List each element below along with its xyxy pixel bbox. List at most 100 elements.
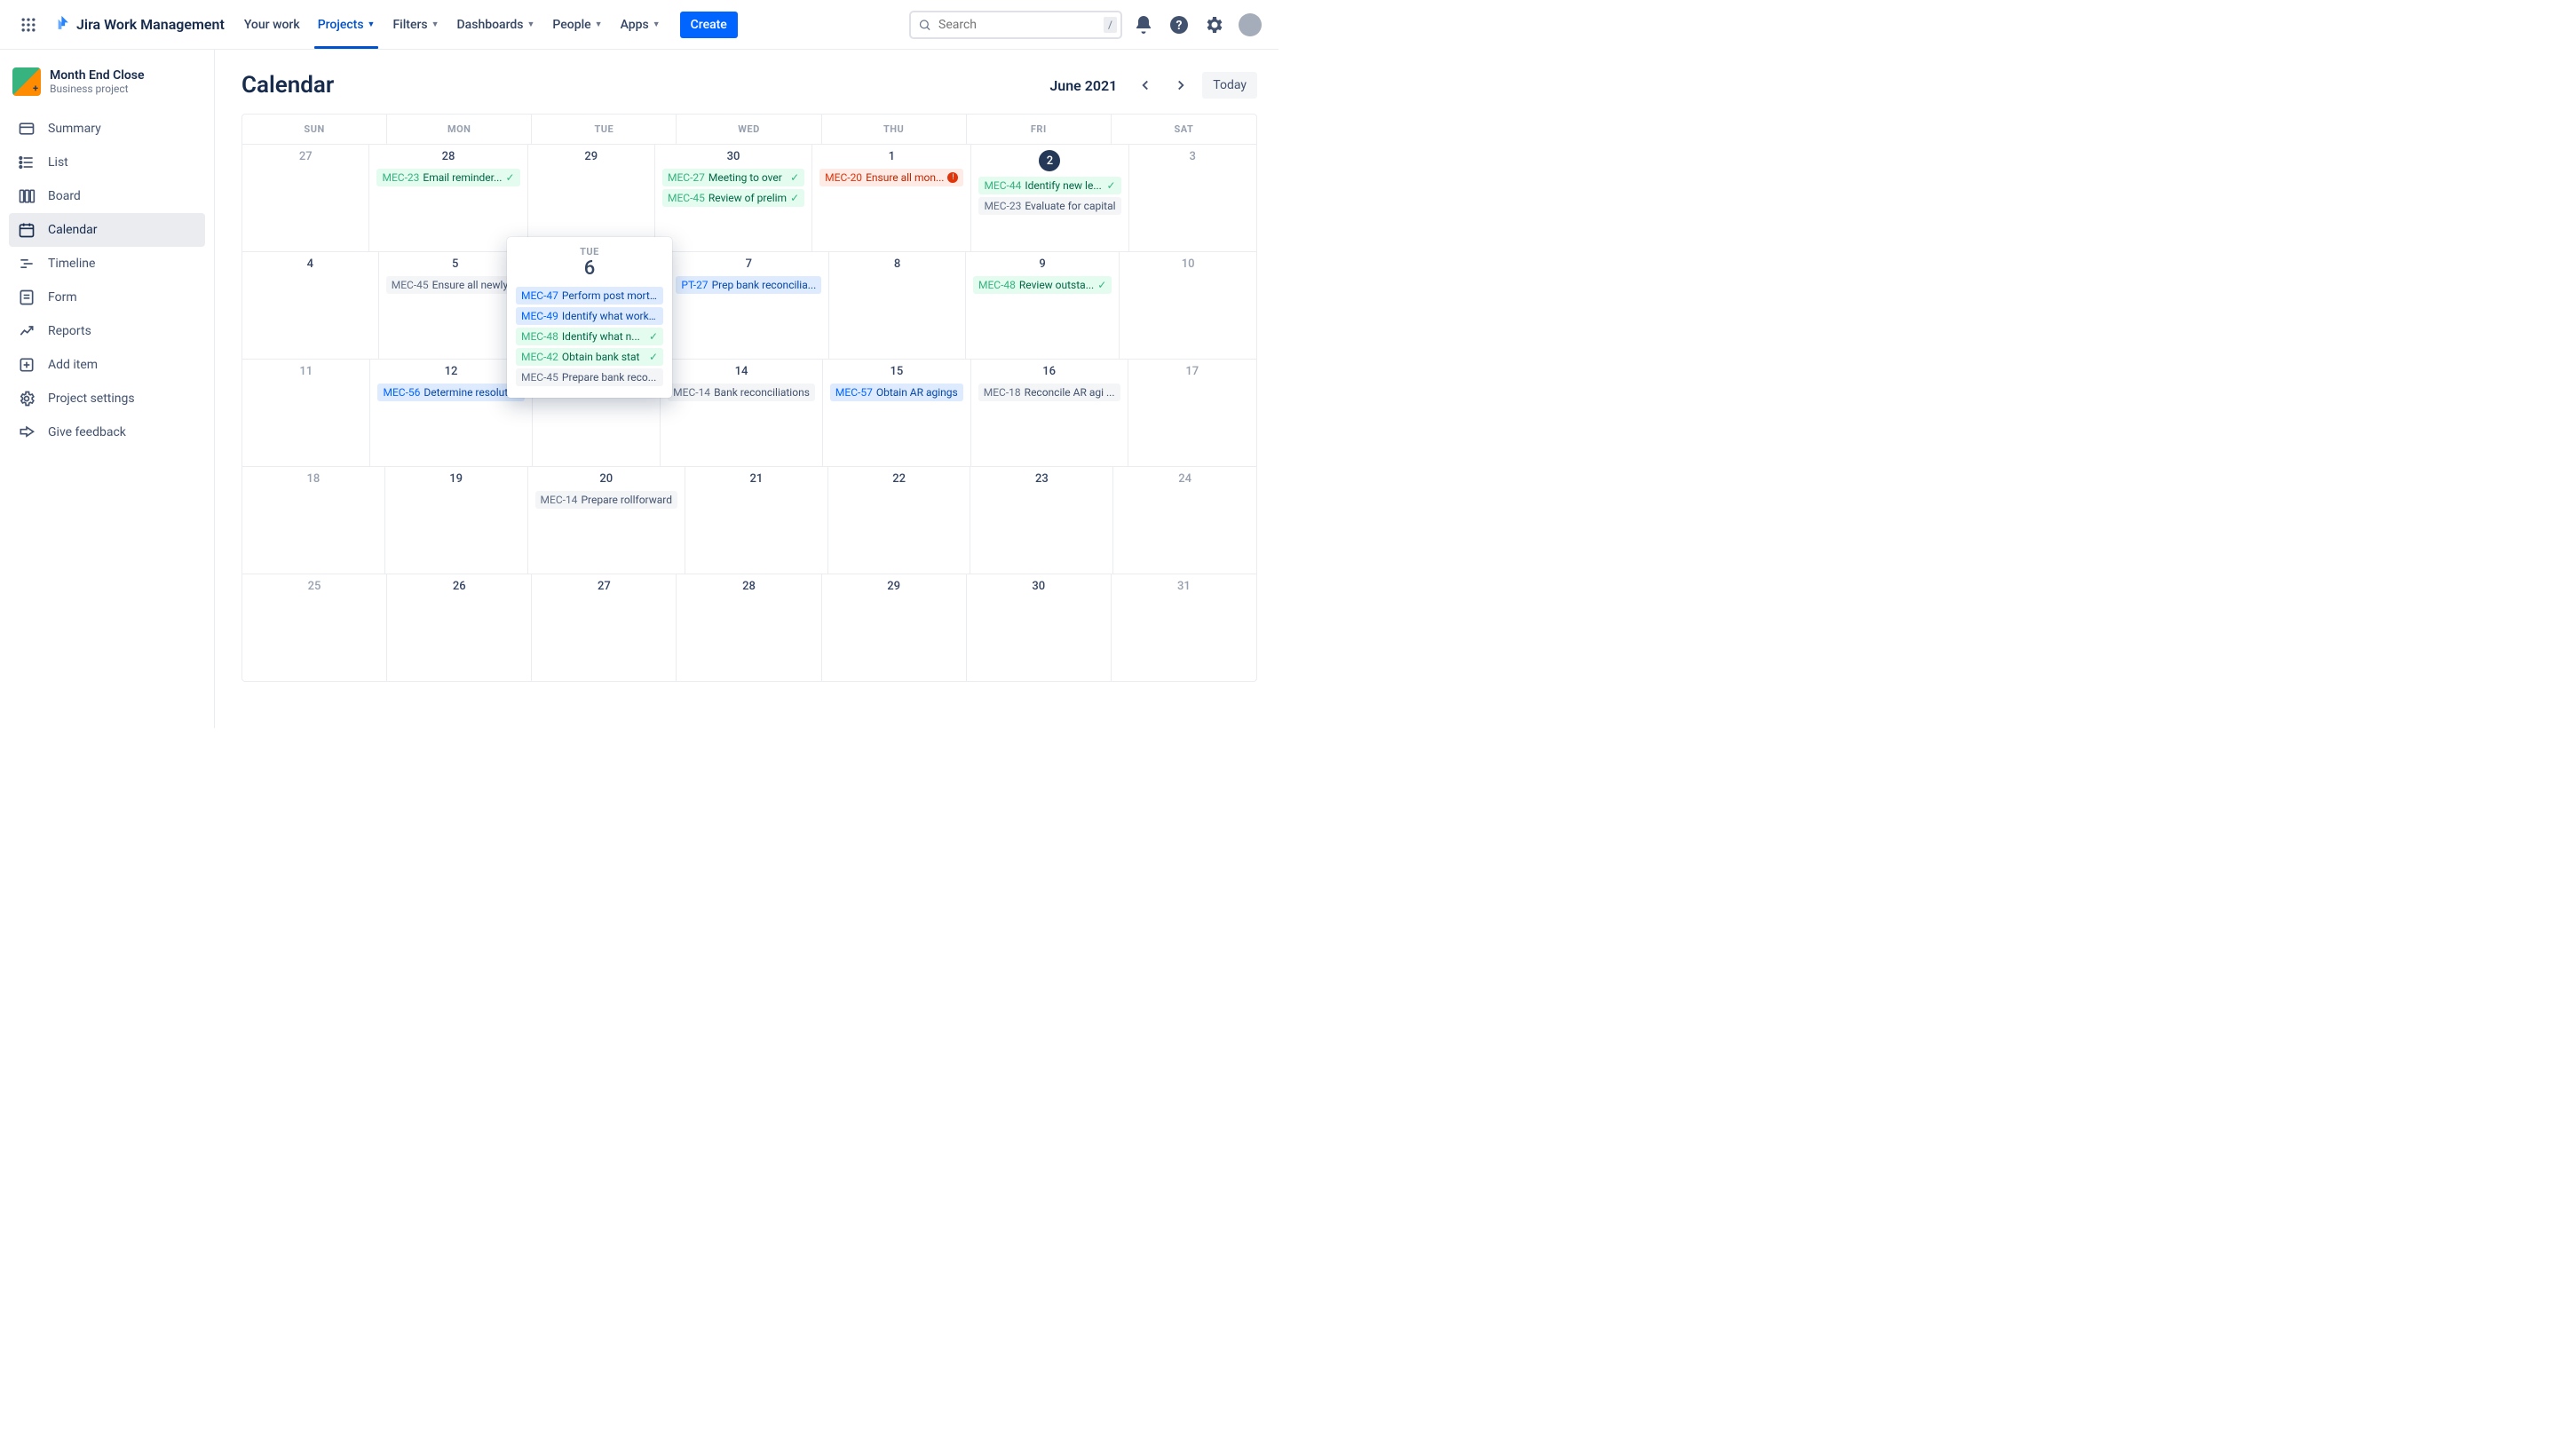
calendar-day[interactable]: 10 (1120, 252, 1256, 359)
sidebar-item-label: Project settings (48, 392, 135, 406)
calendar-day[interactable]: 11 (242, 360, 370, 466)
dow-header: SAT (1112, 115, 1256, 144)
product-logo[interactable]: Jira Work Management (46, 14, 232, 36)
sidebar-item-timeline[interactable]: Timeline (9, 247, 205, 281)
calendar-day[interactable]: 22 (828, 467, 971, 574)
day-number: 23 (978, 472, 1105, 486)
sidebar-item-project-settings[interactable]: Project settings (9, 382, 205, 415)
event-key: MEC-20 (825, 171, 862, 184)
calendar-event[interactable]: MEC-14Prepare rollforward (535, 491, 677, 509)
calendar-day[interactable]: 25 (242, 574, 387, 681)
notifications-icon[interactable] (1129, 11, 1158, 39)
calendar-event[interactable]: MEC-23Email reminder...✓ (376, 169, 519, 186)
sidebar-item-form[interactable]: Form (9, 281, 205, 314)
calendar-day[interactable]: 31 (1112, 574, 1256, 681)
calendar-day[interactable]: 4 (242, 252, 379, 359)
calendar-day[interactable]: 14MEC-14Bank reconciliations (661, 360, 823, 466)
nav-item-label: Dashboards (457, 18, 524, 32)
calendar-day[interactable]: 21 (685, 467, 828, 574)
search-input[interactable] (937, 17, 1098, 33)
nav-item-apps[interactable]: Apps▼ (612, 0, 669, 49)
calendar-day[interactable]: 15MEC-57Obtain AR agings (823, 360, 971, 466)
calendar-day[interactable]: 29 (528, 145, 655, 251)
sidebar-item-list[interactable]: List (9, 146, 205, 179)
sidebar-item-reports[interactable]: Reports (9, 314, 205, 348)
help-icon[interactable]: ? (1165, 11, 1193, 39)
event-summary: Obtain AR agings (876, 386, 958, 399)
calendar-day[interactable]: 18 (242, 467, 385, 574)
calendar-event[interactable]: MEC-57Obtain AR agings (830, 384, 963, 401)
calendar-day[interactable]: 27 (242, 145, 369, 251)
event-key: MEC-27 (668, 171, 705, 184)
nav-item-filters[interactable]: Filters▼ (384, 0, 447, 49)
create-button[interactable]: Create (680, 12, 738, 38)
calendar-day[interactable]: 26 (387, 574, 532, 681)
nav-item-people[interactable]: People▼ (543, 0, 611, 49)
calendar-event[interactable]: MEC-56Determine resoluti... (377, 384, 524, 401)
calendar-event[interactable]: MEC-47Perform post mort... (516, 287, 663, 305)
calendar-event[interactable]: MEC-45Review of prelim✓ (662, 189, 804, 207)
nav-item-your-work[interactable]: Your work (235, 0, 309, 49)
check-icon: ✓ (1106, 179, 1115, 192)
calendar-day[interactable]: 30MEC-27Meeting to over✓MEC-45Review of … (655, 145, 812, 251)
calendar-event[interactable]: MEC-18Reconcile AR agi ... (978, 384, 1120, 401)
calendar-day[interactable]: 30 (967, 574, 1112, 681)
calendar-day[interactable]: 24 (1113, 467, 1256, 574)
calendar-event[interactable]: MEC-27Meeting to over✓ (662, 169, 804, 186)
app-switcher-icon[interactable] (14, 11, 43, 39)
event-summary: Ensure all mon... (866, 171, 944, 184)
calendar-day[interactable]: 1MEC-20Ensure all mon...! (812, 145, 971, 251)
calendar-event[interactable]: MEC-20 Ensure all mon...! (819, 169, 963, 186)
calendar-event[interactable]: MEC-48Identify what n...✓ (516, 328, 663, 345)
event-summary: Obtain bank stat (562, 351, 645, 363)
sidebar-item-calendar[interactable]: Calendar (9, 213, 205, 247)
calendar-day[interactable]: 19 (385, 467, 528, 574)
calendar-week: 2728MEC-23Email reminder...✓2930MEC-27Me… (242, 144, 1256, 251)
event-summary: Review outsta... (1019, 279, 1094, 291)
calendar-event[interactable]: MEC-14Bank reconciliations (668, 384, 815, 401)
event-key: MEC-14 (541, 494, 578, 506)
check-icon: ✓ (649, 351, 658, 363)
calendar-day[interactable]: 29 (822, 574, 967, 681)
sidebar-item-summary[interactable]: Summary (9, 112, 205, 146)
calendar-day[interactable]: 28 (677, 574, 821, 681)
search-box[interactable]: / (909, 11, 1122, 39)
calendar-day[interactable]: 23 (970, 467, 1113, 574)
prev-month-button[interactable] (1131, 71, 1160, 99)
error-icon: ! (947, 172, 958, 183)
page-title: Calendar (241, 72, 334, 99)
calendar-day[interactable]: 3 (1129, 145, 1256, 251)
calendar-day[interactable]: 17 (1128, 360, 1257, 466)
project-header[interactable]: Month End Close Business project (9, 67, 205, 112)
calendar-event[interactable]: MEC-44Identify new le...✓ (978, 177, 1120, 194)
sidebar-item-add-item[interactable]: Add item (9, 348, 205, 382)
calendar-day[interactable]: 16MEC-18Reconcile AR agi ... (971, 360, 1128, 466)
nav-item-projects[interactable]: Projects▼ (309, 0, 384, 49)
today-button[interactable]: Today (1202, 72, 1257, 99)
event-key: MEC-45 (668, 192, 705, 204)
calendar-day[interactable]: 28MEC-23Email reminder...✓ (369, 145, 527, 251)
calendar-day[interactable]: 20MEC-14Prepare rollforward (528, 467, 685, 574)
calendar-event[interactable]: MEC-45Ensure all newly hi (386, 276, 525, 294)
nav-item-dashboards[interactable]: Dashboards▼ (448, 0, 544, 49)
check-icon: ✓ (505, 171, 514, 184)
calendar-day[interactable]: 2MEC-44Identify new le...✓MEC-23Evaluate… (971, 145, 1128, 251)
calendar-event[interactable]: MEC-42Obtain bank stat✓ (516, 348, 663, 366)
calendar-event[interactable]: MEC-49Identify what worked (516, 307, 663, 325)
event-key: MEC-23 (382, 171, 419, 184)
calendar-day[interactable]: 7PT-27Prep bank reconcilia... (669, 252, 829, 359)
sidebar-item-give-feedback[interactable]: Give feedback (9, 415, 205, 449)
profile-avatar[interactable] (1236, 11, 1264, 39)
calendar-day[interactable]: 9MEC-48Review outsta...✓ (966, 252, 1120, 359)
settings-icon[interactable] (1200, 11, 1229, 39)
event-key: MEC-18 (984, 386, 1021, 399)
calendar-day[interactable]: 8 (829, 252, 966, 359)
next-month-button[interactable] (1167, 71, 1195, 99)
calendar-event[interactable]: MEC-48Review outsta...✓ (973, 276, 1112, 294)
calendar-event[interactable]: MEC-23Evaluate for capital (978, 197, 1120, 215)
event-summary: Prep bank reconcilia... (712, 279, 817, 291)
calendar-event[interactable]: MEC-45Prepare bank reco... (516, 368, 663, 386)
calendar-day[interactable]: 27 (532, 574, 677, 681)
calendar-event[interactable]: PT-27Prep bank reconcilia... (676, 276, 821, 294)
sidebar-item-board[interactable]: Board (9, 179, 205, 213)
